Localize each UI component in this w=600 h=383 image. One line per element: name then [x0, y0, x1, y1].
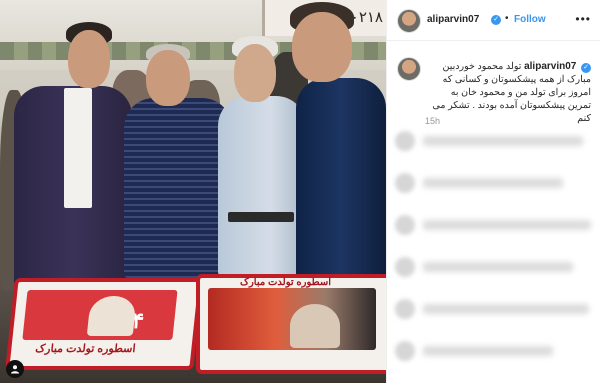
cake-right: اسطوره تولدت مبارک [196, 274, 386, 374]
blurred-comment [395, 298, 593, 320]
cake-portrait [290, 304, 340, 348]
caption-verified-icon: ✓ [581, 63, 591, 73]
post-sidebar: aliparvin07 ✓ • Follow ••• ✓ aliparvin07… [386, 0, 600, 383]
cake-left-text: اسطوره تولدت مبارک [34, 343, 137, 355]
follow-button[interactable]: Follow [514, 14, 546, 25]
birthday-cake: ۷۴ اسطوره تولدت مبارک اسطوره تولدت مبارک [5, 274, 386, 378]
blurred-comment [395, 172, 593, 194]
blurred-comment [395, 340, 593, 362]
caption-username[interactable]: aliparvin07 [524, 61, 576, 72]
header-separator: • [505, 13, 509, 24]
more-options-icon[interactable]: ••• [575, 12, 591, 26]
cake-right-text: اسطوره تولدت مبارک [240, 277, 332, 288]
instagram-post: -۹۰ ۰۲۱۸ اسطوره تولدت مبارک اسطوره تولدت… [0, 0, 600, 383]
blurred-comment [395, 256, 593, 278]
caption-text-block: ✓ aliparvin07 تولد محمود خوردبین مبارک ا… [425, 60, 591, 125]
caption-avatar[interactable] [397, 57, 421, 81]
author-avatar[interactable] [397, 9, 421, 33]
verified-badge-icon: ✓ [491, 15, 501, 25]
post-photo[interactable]: -۹۰ ۰۲۱۸ اسطوره تولدت مبارک اسطوره تولدت… [0, 0, 386, 383]
user-tag-icon[interactable] [6, 360, 24, 378]
post-timestamp[interactable]: 15h [425, 116, 440, 126]
cake-left: ۷۴ اسطوره تولدت مبارک [5, 278, 203, 370]
blurred-comment [395, 130, 593, 152]
user-tag-glyph [11, 365, 19, 374]
post-header: aliparvin07 ✓ • Follow ••• [387, 0, 600, 41]
author-username[interactable]: aliparvin07 [427, 14, 479, 25]
blurred-comment [395, 214, 593, 236]
